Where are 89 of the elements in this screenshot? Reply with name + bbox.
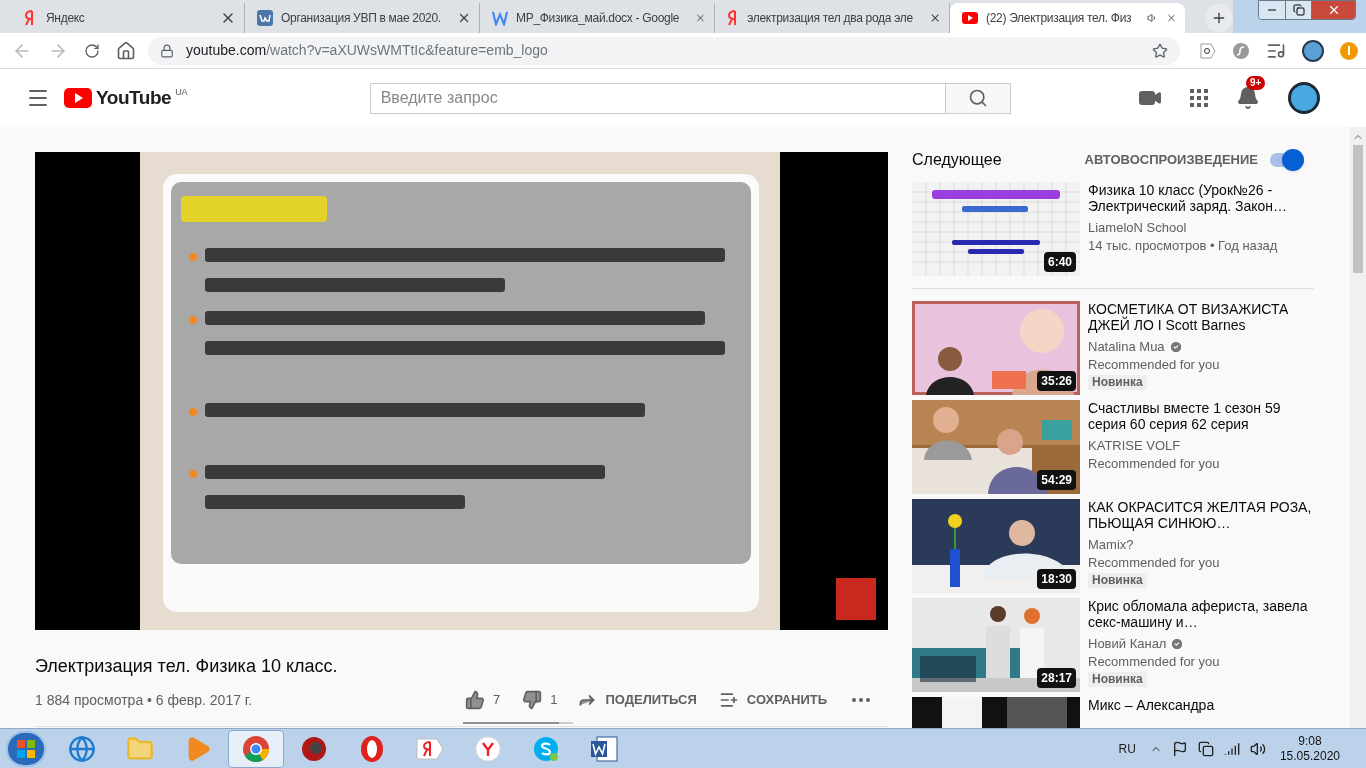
autoplay-label: АВТОВОСПРОИЗВЕДЕНИЕ xyxy=(1084,151,1258,170)
start-button[interactable] xyxy=(6,730,46,767)
home-icon[interactable] xyxy=(116,40,136,61)
search-button[interactable] xyxy=(945,82,1011,114)
thumbs-up-icon xyxy=(465,690,485,710)
video-title[interactable]: КОСМЕТИКА ОТ ВИЗАЖИСТА ДЖЕЙ ЛО I Scott Barnes xyxy=(1088,301,1314,333)
channel-name[interactable]: LiameloN School xyxy=(1088,219,1187,237)
duration-label: 18:30 xyxy=(1037,569,1076,589)
lock-icon xyxy=(160,43,174,58)
plus-icon xyxy=(1211,10,1227,26)
new-badge: Новинка xyxy=(1088,375,1147,390)
video-info: Recommended for you xyxy=(1088,356,1221,374)
address-bar[interactable]: youtube.com/watch?v=aXUWsWMTtIc&feature=emb_logo xyxy=(148,36,1180,65)
tab-title: Организация УВП в мае 2020. xyxy=(281,10,441,27)
swirl-app-icon xyxy=(300,734,328,763)
channel-name[interactable]: Mamix? xyxy=(1088,536,1134,554)
video-info: Recommended for you xyxy=(1088,653,1221,671)
video-title[interactable]: КАК ОКРАСИТСЯ ЖЕЛТАЯ РОЗА, ПЬЮЩАЯ СИНЮЮ… xyxy=(1088,499,1314,531)
avatar[interactable] xyxy=(1288,82,1320,114)
video-info: Recommended for you xyxy=(1088,455,1221,473)
video-title[interactable]: Микс – Александра xyxy=(1088,697,1215,713)
clock-time: 9:08 xyxy=(1298,733,1322,749)
tab-title: Яндекс xyxy=(46,10,85,27)
apps-grid-icon[interactable] xyxy=(1190,89,1208,107)
save-button[interactable]: СОХРАНИТЬ xyxy=(718,690,828,710)
youtube-logo[interactable]: YouTube UA xyxy=(64,86,188,110)
channel-name[interactable]: KATRISE VOLF xyxy=(1088,437,1181,455)
tab-title: (22) Электризация тел. Физ xyxy=(986,10,1132,27)
volume-icon[interactable] xyxy=(1249,740,1266,757)
duration-label: 35:26 xyxy=(1037,371,1076,391)
duration-label: 54:29 xyxy=(1037,470,1076,490)
channel-name[interactable]: Natalina Mua xyxy=(1088,338,1165,356)
channel-name[interactable]: Новий Канал xyxy=(1088,635,1167,653)
clock-date: 15.05.2020 xyxy=(1279,748,1340,764)
video-info: Recommended for you xyxy=(1088,554,1221,572)
youtube-logo-icon xyxy=(962,12,978,24)
video-info: 14 тыс. просмотров • Год назад xyxy=(1088,237,1279,255)
word-icon xyxy=(589,734,619,763)
clock[interactable]: 9:08 15.05.2020 xyxy=(1279,733,1340,764)
video-title[interactable]: Физика 10 класс (Урок№26 - Электрический заряд. Закон… xyxy=(1088,182,1314,214)
notification-count: 9+ xyxy=(1246,76,1266,90)
scroll-thumb[interactable] xyxy=(1353,145,1363,273)
new-tab-button[interactable] xyxy=(1205,4,1233,32)
video-title: Электризация тел. Физика 10 класс. xyxy=(35,655,339,678)
yandex-logo-icon xyxy=(24,10,36,26)
tag-search-icon[interactable] xyxy=(1200,42,1216,59)
document-logo-icon xyxy=(492,10,508,26)
play-logo-icon xyxy=(64,88,92,108)
duration-label: 6:40 xyxy=(1043,252,1076,272)
tab-title: МР_Физика_май.docx - Google xyxy=(516,10,680,27)
video-title[interactable]: Крис обломала афериста, завела секс-машину и… xyxy=(1088,598,1314,630)
avatar[interactable] xyxy=(1302,39,1324,62)
opera-icon xyxy=(358,734,386,763)
new-badge: Новинка xyxy=(1088,573,1147,588)
flash-icon[interactable] xyxy=(1232,41,1250,60)
bookmark-star-icon[interactable] xyxy=(1152,42,1168,59)
share-button[interactable]: ПОДЕЛИТЬСЯ xyxy=(577,690,697,710)
restore-icon[interactable] xyxy=(1292,4,1305,16)
search-icon xyxy=(967,88,988,108)
url-text: youtube.com/watch?v=aXUWsWMTtIc&feature=emb_logo xyxy=(186,41,549,60)
search-field[interactable]: Введите запрос xyxy=(369,82,946,114)
video-meta: 1 884 просмотра • 6 февр. 2017 г. xyxy=(35,690,254,710)
video-title[interactable]: Счастливы вместе 1 сезон 59 серия 60 серия 62 серия xyxy=(1088,400,1314,432)
yandex-browser-icon xyxy=(474,734,502,763)
duration-label: 28:17 xyxy=(1037,668,1076,688)
folder-icon xyxy=(126,734,154,763)
windows-logo-icon xyxy=(17,739,35,758)
chrome-icon xyxy=(242,734,270,763)
window-controls[interactable] xyxy=(1258,0,1356,20)
like-button[interactable]: 7 xyxy=(465,690,501,710)
region-label: UA xyxy=(175,86,188,99)
vk-logo-icon xyxy=(257,10,273,26)
thumbs-down-icon xyxy=(522,690,543,710)
flag-icon[interactable] xyxy=(1171,740,1188,757)
new-badge: Новинка xyxy=(1088,672,1147,687)
signal-icon[interactable] xyxy=(1223,740,1240,757)
browser-e-icon xyxy=(68,734,96,763)
notifications-icon[interactable] xyxy=(1236,86,1260,110)
language-indicator[interactable]: RU xyxy=(1118,739,1136,758)
skype-icon xyxy=(532,734,560,763)
dislike-button[interactable]: 1 xyxy=(522,690,558,710)
taskbar-app[interactable] xyxy=(228,729,284,768)
scrollbar[interactable] xyxy=(1350,127,1366,728)
add-to-list-icon xyxy=(718,690,739,710)
tab-title: электризация тел два рода эле xyxy=(747,10,913,27)
up-next-heading: Следующее xyxy=(912,150,1002,170)
logo-text: YouTube xyxy=(96,86,172,110)
reload-icon[interactable] xyxy=(84,42,100,59)
browser-tab[interactable]: (22) Электризация тел. Физ xyxy=(950,3,1185,33)
